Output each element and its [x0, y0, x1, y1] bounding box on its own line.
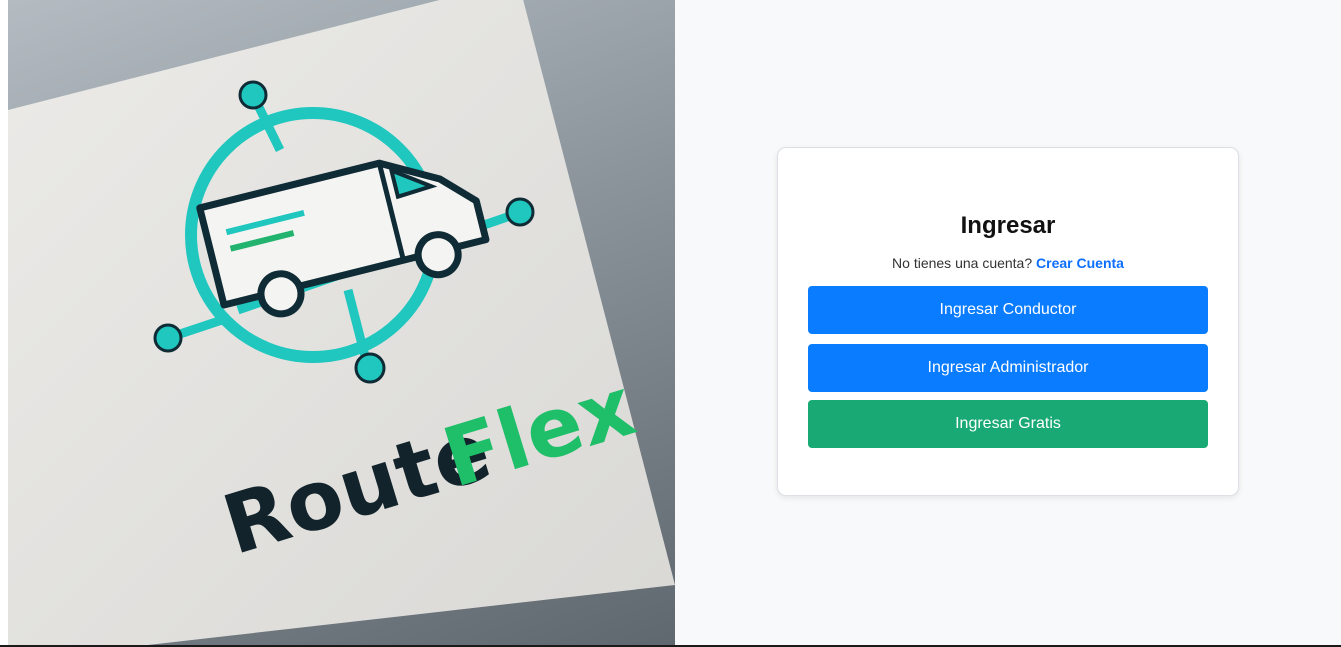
free-login-button[interactable]: Ingresar Gratis	[808, 400, 1208, 448]
signup-prompt: No tienes una cuenta? Crear Cuenta	[778, 255, 1238, 271]
admin-login-button[interactable]: Ingresar Administrador	[808, 344, 1208, 392]
paper-card	[8, 0, 675, 645]
no-account-text: No tienes una cuenta?	[892, 255, 1033, 271]
login-page: Route Flex Ingresar No tienes una cuenta…	[0, 0, 1341, 647]
login-panel: Ingresar No tienes una cuenta? Crear Cue…	[675, 0, 1341, 645]
login-card: Ingresar No tienes una cuenta? Crear Cue…	[777, 147, 1239, 496]
left-margin	[0, 0, 8, 645]
hero-image: Route Flex	[8, 0, 675, 645]
login-title: Ingresar	[960, 212, 1056, 239]
create-account-link[interactable]: Crear Cuenta	[1036, 255, 1124, 271]
driver-login-button[interactable]: Ingresar Conductor	[808, 286, 1208, 334]
routeflex-logo-image: Route Flex	[8, 0, 675, 645]
